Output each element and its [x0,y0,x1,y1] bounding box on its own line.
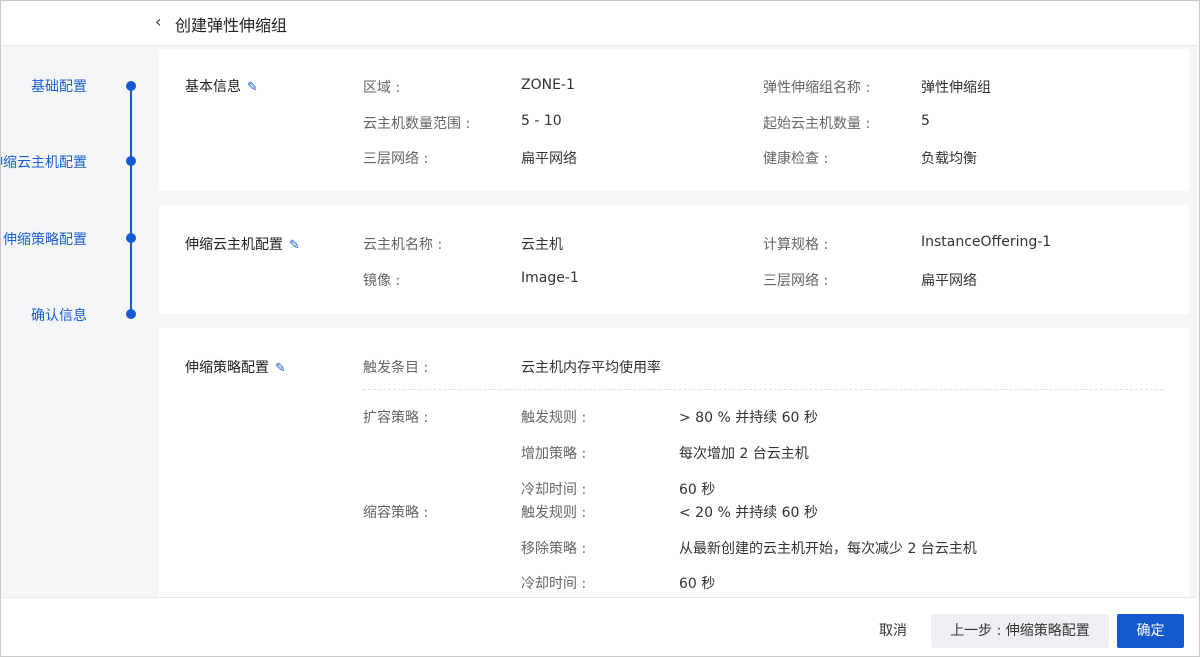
policy-config-heading: 伸缩策略配置 ✎ [185,357,286,377]
step-vm-config[interactable]: 伸缩云主机配置 [1,152,87,172]
image-label: 镜像 : [363,273,401,289]
vm-config-heading: 伸缩云主机配置 ✎ [185,234,300,254]
basic-info-heading: 基本信息 ✎ [185,76,258,96]
vm-name-label: 云主机名称 : [363,237,443,253]
initial-vm-value: 5 [921,113,930,129]
expand-rule-value: > 80 % 并持续 60 秒 [679,410,818,426]
step-confirm[interactable]: 确认信息 [31,305,87,325]
group-name-value: 弹性伸缩组 [921,80,991,96]
step-policy-config[interactable]: 伸缩策略配置 [3,229,87,249]
zone-value: ZONE-1 [521,77,575,93]
policy-config-title: 伸缩策略配置 [185,360,269,376]
expand-cooldown-value: 60 秒 [679,482,716,498]
remove-policy-label: 移除策略 : [521,541,587,557]
shrink-cooldown-label: 冷却时间 : [521,576,587,592]
trigger-item-label: 触发条目 : [363,360,429,376]
step-dot-vm-config [126,156,136,166]
vm-range-label: 云主机数量范围 : [363,116,471,132]
policy-divider [363,389,1163,390]
shrink-rule-label: 触发规则 : [521,505,587,521]
step-dot-basic [126,81,136,91]
previous-step-button[interactable]: 上一步 : 伸缩策略配置 [931,614,1109,648]
instance-offering-label: 计算规格 : [763,237,829,253]
basic-info-card: 基本信息 ✎ 区域 : ZONE-1 弹性伸缩组名称 : 弹性伸缩组 云主机数量范… [159,49,1189,191]
expand-policy-label: 扩容策略 : [363,410,429,426]
policy-config-card: 伸缩策略配置 ✎ 触发条目 : 云主机内存平均使用率 扩容策略 : 触发规则 : … [159,328,1189,597]
vm-range-value: 5 - 10 [521,113,562,129]
footer-bar: 取消 上一步 : 伸缩策略配置 确定 [1,597,1197,656]
l3-network-label: 三层网络 : [363,151,429,167]
basic-info-title: 基本信息 [185,79,241,95]
group-name-label: 弹性伸缩组名称 : [763,80,871,96]
step-basic[interactable]: 基础配置 [31,76,87,96]
page-title: 创建弹性伸缩组 [175,16,288,35]
chevron-left-icon[interactable]: ‹ [155,12,161,31]
edit-policy-icon[interactable]: ✎ [275,361,286,376]
expand-rule-label: 触发规则 : [521,410,587,426]
edit-basic-icon[interactable]: ✎ [247,80,258,95]
edit-vm-config-icon[interactable]: ✎ [289,238,300,253]
image-value: Image-1 [521,270,579,286]
initial-vm-label: 起始云主机数量 : [763,116,871,132]
shrink-cooldown-value: 60 秒 [679,576,716,592]
vm-l3-network-value: 扁平网络 [921,273,977,289]
l3-network-value: 扁平网络 [521,151,577,167]
content-area: 基础配置 伸缩云主机配置 伸缩策略配置 确认信息 基本信息 ✎ 区域 : ZONE… [1,46,1197,597]
cancel-button[interactable]: 取消 [867,614,919,648]
vm-config-title: 伸缩云主机配置 [185,237,283,253]
trigger-item-value: 云主机内存平均使用率 [521,360,661,376]
shrink-rule-value: < 20 % 并持续 60 秒 [679,505,818,521]
step-connector-line [130,86,132,316]
remove-policy-value: 从最新创建的云主机开始，每次减少 2 台云主机 [679,541,977,557]
add-policy-value: 每次增加 2 台云主机 [679,446,809,462]
expand-cooldown-label: 冷却时间 : [521,482,587,498]
vm-l3-network-label: 三层网络 : [763,273,829,289]
step-dot-confirm [126,309,136,319]
instance-offering-value: InstanceOffering-1 [921,234,1052,250]
zone-label: 区域 : [363,80,401,96]
page-header: ‹ 创建弹性伸缩组 [1,1,1197,46]
add-policy-label: 增加策略 : [521,446,587,462]
vm-name-value: 云主机 [521,237,563,253]
health-check-label: 健康检查 : [763,151,829,167]
vm-config-card: 伸缩云主机配置 ✎ 云主机名称 : 云主机 计算规格 : InstanceOffe… [159,205,1189,314]
confirm-button[interactable]: 确定 [1117,614,1184,648]
shrink-policy-label: 缩容策略 : [363,505,429,521]
health-check-value: 负载均衡 [921,151,977,167]
step-dot-policy-config [126,233,136,243]
step-navigator: 基础配置 伸缩云主机配置 伸缩策略配置 确认信息 [1,46,151,597]
